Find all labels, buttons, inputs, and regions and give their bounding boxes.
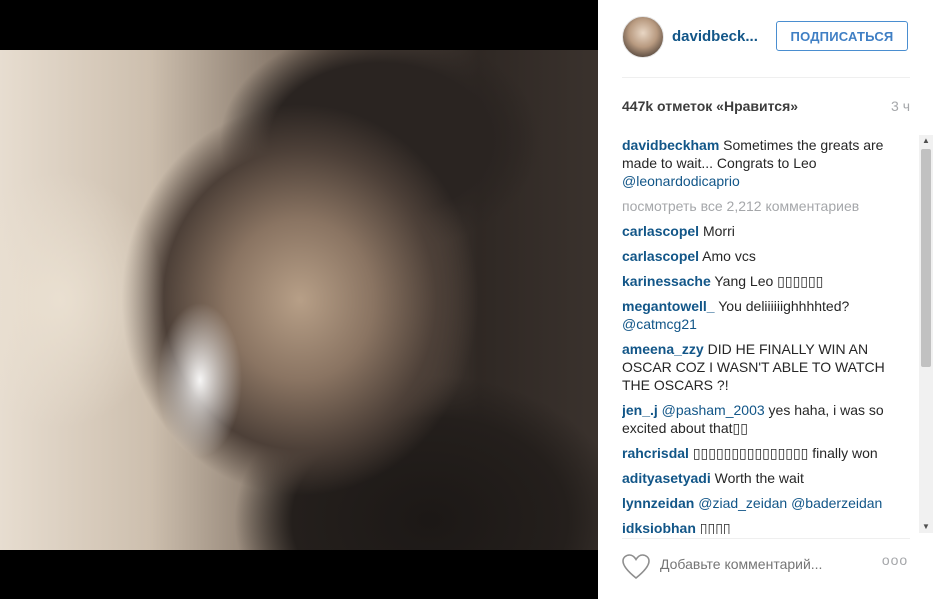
comment-item: rahcrisdal ▯▯▯▯▯▯▯▯▯▯▯▯▯▯▯ finally won bbox=[622, 444, 908, 462]
comment-author[interactable]: carlascopel bbox=[622, 248, 699, 264]
footer-divider bbox=[622, 538, 910, 539]
comment-author[interactable]: lynnzeidan bbox=[622, 495, 694, 511]
likes-row: 447k отметок «Нравится» 3 ч bbox=[622, 98, 910, 116]
comment-mention[interactable]: @ziad_zeidan @baderzeidan bbox=[694, 495, 882, 511]
heart-icon[interactable] bbox=[622, 554, 650, 580]
comment-item: adityasetyadi Worth the wait bbox=[622, 469, 908, 487]
post-photo[interactable] bbox=[0, 50, 598, 550]
comment-item: megantowell_ You deliiiiiighhhhted? @cat… bbox=[622, 297, 908, 333]
username-link[interactable]: davidbeck... bbox=[672, 28, 770, 45]
header-divider bbox=[622, 77, 910, 78]
comment-author[interactable]: carlascopel bbox=[622, 223, 699, 239]
triangle-up-icon[interactable]: ▲ bbox=[919, 135, 933, 147]
comment-author[interactable]: karinessache bbox=[622, 273, 711, 289]
comment-author[interactable]: idksiobhan bbox=[622, 520, 696, 534]
comment-input[interactable] bbox=[660, 556, 860, 572]
comment-author[interactable]: rahcrisdal bbox=[622, 445, 689, 461]
post-time[interactable]: 3 ч bbox=[891, 98, 910, 114]
comment-text: ▯▯▯▯▯▯▯▯▯▯▯▯▯▯▯ finally won bbox=[688, 445, 878, 461]
comment-item: lynnzeidan @ziad_zeidan @baderzeidan bbox=[622, 494, 908, 512]
comment-mention[interactable]: @leonardodicaprio bbox=[622, 173, 740, 189]
comment-author[interactable]: davidbeckham bbox=[622, 137, 719, 153]
comment-item: carlascopel Amo vcs bbox=[622, 247, 908, 265]
comment-author[interactable]: jen_.j bbox=[622, 402, 658, 418]
follow-button[interactable]: ПОДПИСАТЬСЯ bbox=[776, 21, 908, 51]
comment-text: Morri bbox=[699, 223, 735, 239]
comment-author[interactable]: ameena_zzy bbox=[622, 341, 704, 357]
comment-item: ameena_zzy DID HE FINALLY WIN AN OSCAR C… bbox=[622, 340, 908, 394]
scrollbar-thumb[interactable] bbox=[921, 149, 931, 367]
comments-list: davidbeckham Sometimes the greats are ma… bbox=[622, 136, 908, 534]
comment-author[interactable]: megantowell_ bbox=[622, 298, 715, 314]
post-media[interactable] bbox=[0, 0, 598, 599]
comment-mention[interactable]: @pasham_2003 bbox=[658, 402, 765, 418]
comment-item: jen_.j @pasham_2003 yes haha, i was so e… bbox=[622, 401, 908, 437]
comment-text: Amo vcs bbox=[699, 248, 756, 264]
avatar[interactable] bbox=[622, 16, 664, 58]
comment-item: carlascopel Morri bbox=[622, 222, 908, 240]
comment-item: karinessache Yang Leo ▯▯▯▯▯▯ bbox=[622, 272, 908, 290]
comment-text: ▯▯▯▯ bbox=[695, 520, 731, 534]
post-footer: ooo bbox=[622, 548, 910, 584]
view-all-comments-link[interactable]: посмотреть все 2,212 комментариев bbox=[622, 197, 908, 215]
likes-count[interactable]: 447k отметок «Нравится» bbox=[622, 98, 798, 114]
comment-mention[interactable]: @catmcg21 bbox=[622, 316, 697, 332]
comment-item: idksiobhan ▯▯▯▯ bbox=[622, 519, 908, 534]
caption: davidbeckham Sometimes the greats are ma… bbox=[622, 136, 908, 190]
comment-text: Yang Leo ▯▯▯▯▯▯ bbox=[710, 273, 824, 289]
triangle-down-icon[interactable]: ▼ bbox=[919, 521, 933, 533]
comments-scrollbar[interactable]: ▲ ▼ bbox=[919, 135, 933, 533]
comment-text: You deliiiiiighhhhted? bbox=[714, 298, 850, 314]
comment-author[interactable]: adityasetyadi bbox=[622, 470, 711, 486]
comment-text: Worth the wait bbox=[710, 470, 804, 486]
post-header: davidbeck... ПОДПИСАТЬСЯ bbox=[622, 16, 910, 60]
more-options-icon[interactable]: ooo bbox=[880, 552, 910, 572]
